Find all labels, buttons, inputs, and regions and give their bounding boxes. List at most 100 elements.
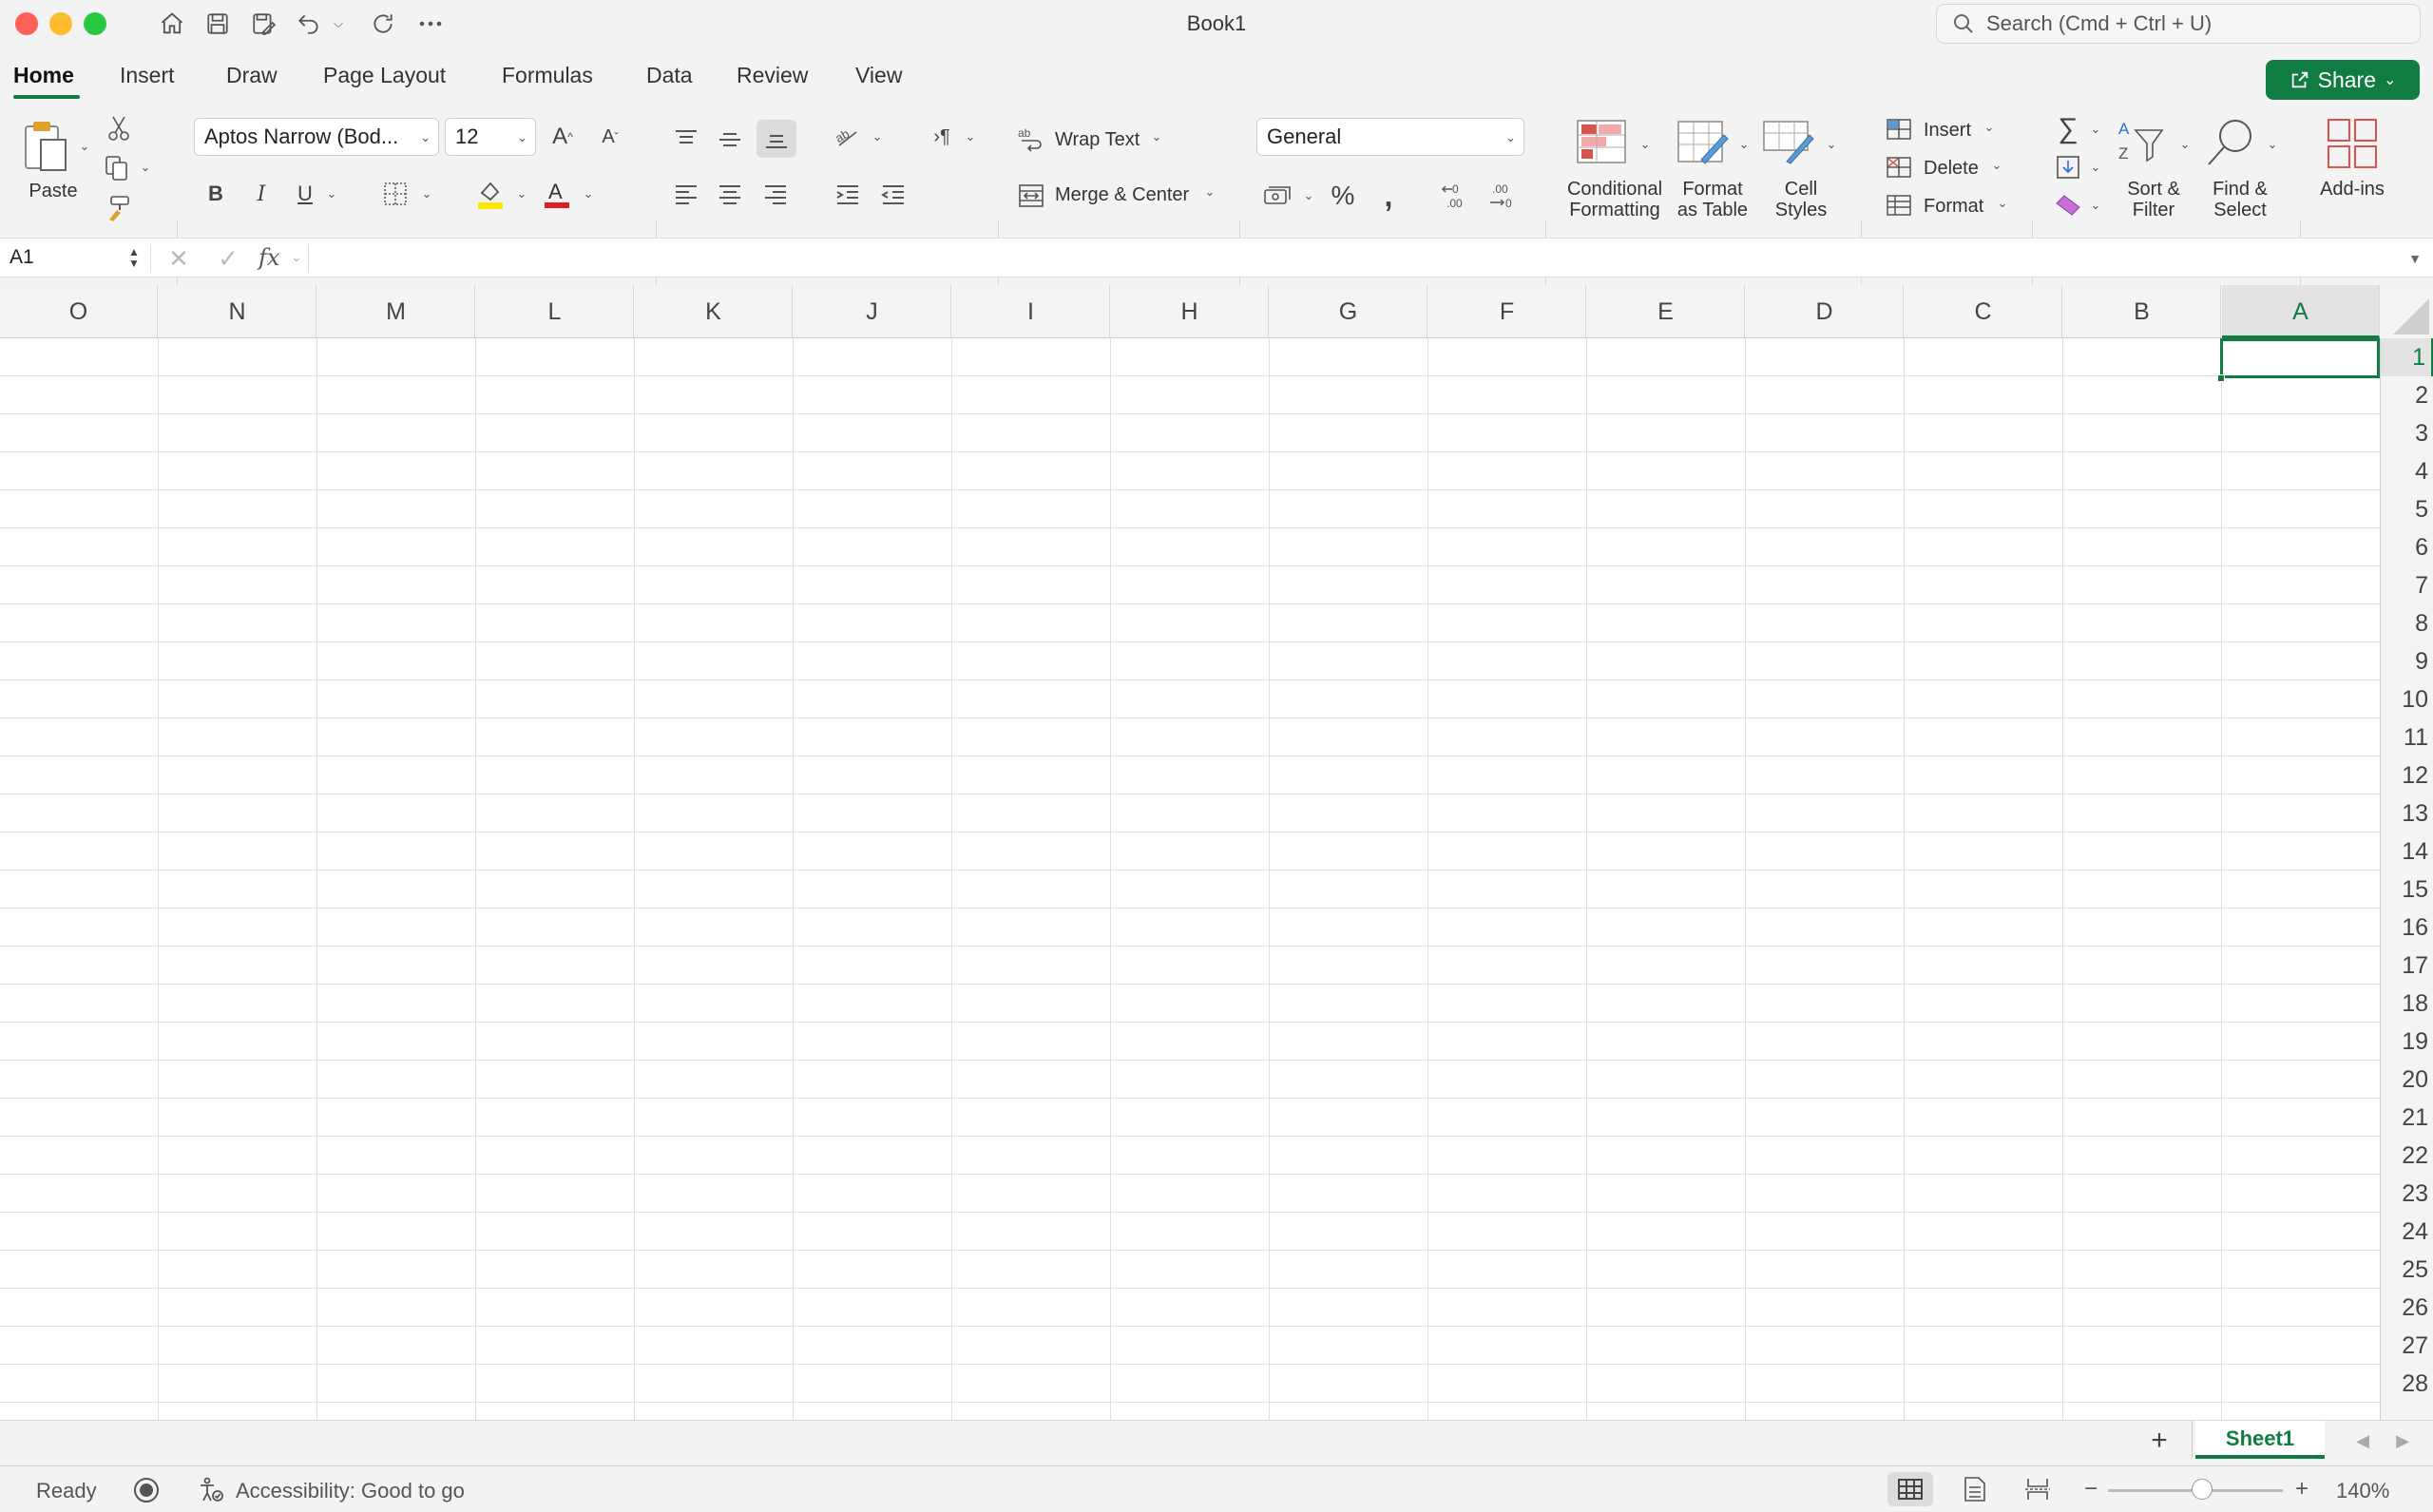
row-header-15[interactable]: 15 bbox=[2381, 871, 2433, 909]
fill-color-icon[interactable] bbox=[475, 177, 506, 211]
font-color-dropdown-icon[interactable]: ⌄ bbox=[580, 186, 597, 201]
orientation-icon[interactable]: ab bbox=[831, 120, 865, 154]
row-header-26[interactable]: 26 bbox=[2381, 1289, 2433, 1327]
column-header-c[interactable]: C bbox=[1905, 285, 2062, 338]
sheet-tab-sheet1[interactable]: Sheet1 bbox=[2195, 1421, 2325, 1459]
conditional-formatting-label[interactable]: Conditional Formatting bbox=[1562, 179, 1667, 220]
tab-home[interactable]: Home bbox=[13, 63, 74, 88]
italic-button[interactable]: I bbox=[247, 177, 276, 211]
name-box[interactable]: A1 bbox=[0, 239, 143, 277]
row-header-4[interactable]: 4 bbox=[2381, 452, 2433, 490]
row-header-24[interactable]: 24 bbox=[2381, 1213, 2433, 1251]
autosum-dropdown-icon[interactable]: ⌄ bbox=[2087, 122, 2104, 137]
increase-decimal-icon[interactable]: 0.00 bbox=[1439, 179, 1477, 213]
clear-dropdown-icon[interactable]: ⌄ bbox=[2087, 198, 2104, 213]
page-break-view-icon[interactable] bbox=[2019, 1472, 2057, 1506]
tab-data[interactable]: Data bbox=[646, 63, 693, 88]
delete-cells-label[interactable]: Delete bbox=[1924, 158, 1979, 179]
accounting-dropdown-icon[interactable]: ⌄ bbox=[1300, 188, 1317, 203]
orientation-dropdown-icon[interactable]: ⌄ bbox=[869, 129, 886, 144]
zoom-slider-thumb[interactable] bbox=[2192, 1479, 2213, 1500]
sort-filter-icon[interactable]: AZ bbox=[2116, 116, 2169, 169]
column-header-g[interactable]: G bbox=[1270, 285, 1427, 338]
bold-button[interactable]: B bbox=[201, 177, 230, 211]
delete-cells-dropdown-icon[interactable]: ⌄ bbox=[1988, 158, 2005, 173]
expand-formula-bar-icon[interactable]: ▼ bbox=[2404, 248, 2425, 269]
column-header-m[interactable]: M bbox=[317, 285, 475, 338]
column-header-l[interactable]: L bbox=[476, 285, 634, 338]
insert-cells-icon[interactable] bbox=[1884, 116, 1914, 143]
zoom-out-button[interactable]: − bbox=[2079, 1476, 2102, 1502]
formula-input[interactable] bbox=[317, 246, 2389, 271]
row-header-13[interactable]: 13 bbox=[2381, 794, 2433, 833]
accounting-format-icon[interactable] bbox=[1260, 181, 1294, 211]
accessibility-status[interactable]: Accessibility: Good to go bbox=[236, 1479, 465, 1503]
normal-view-icon[interactable] bbox=[1887, 1472, 1933, 1506]
active-cell[interactable] bbox=[2220, 338, 2380, 378]
row-header-18[interactable]: 18 bbox=[2381, 985, 2433, 1023]
fill-dropdown-icon[interactable]: ⌄ bbox=[2087, 160, 2104, 175]
zoom-in-button[interactable]: + bbox=[2290, 1476, 2313, 1502]
fill-icon[interactable] bbox=[2053, 152, 2083, 182]
font-name-select[interactable]: Aptos Narrow (Bod... ⌄ bbox=[194, 118, 439, 156]
cell-styles-label[interactable]: Cell Styles bbox=[1758, 179, 1844, 220]
zoom-level[interactable]: 140% bbox=[2336, 1479, 2389, 1503]
copy-dropdown-icon[interactable]: ⌄ bbox=[137, 160, 154, 175]
insert-cells-dropdown-icon[interactable]: ⌄ bbox=[1981, 120, 1998, 135]
row-header-3[interactable]: 3 bbox=[2381, 414, 2433, 452]
add-ins-label[interactable]: Add-ins bbox=[2313, 179, 2391, 200]
merge-center-icon[interactable] bbox=[1015, 181, 1047, 211]
clear-icon[interactable] bbox=[2053, 190, 2083, 220]
close-window-button[interactable] bbox=[15, 12, 38, 35]
decrease-decimal-icon[interactable]: .00 0 bbox=[1485, 179, 1523, 213]
row-header-22[interactable]: 22 bbox=[2381, 1137, 2433, 1175]
align-center-icon[interactable] bbox=[713, 179, 747, 211]
decrease-font-size-icon[interactable]: Aˇ bbox=[593, 120, 627, 154]
column-header-n[interactable]: N bbox=[159, 285, 316, 338]
select-all-corner[interactable] bbox=[2380, 285, 2433, 338]
cell-styles-dropdown-icon[interactable]: ⌄ bbox=[1823, 137, 1840, 152]
align-top-icon[interactable] bbox=[669, 124, 703, 156]
text-direction-dropdown-icon[interactable]: ⌄ bbox=[962, 129, 979, 144]
share-dropdown-icon[interactable]: ⌄ bbox=[2384, 70, 2396, 89]
paste-dropdown-icon[interactable]: ⌄ bbox=[74, 139, 95, 154]
insert-function-button[interactable]: fx bbox=[259, 244, 279, 271]
undo-icon[interactable] bbox=[291, 8, 327, 40]
row-header-23[interactable]: 23 bbox=[2381, 1175, 2433, 1213]
undo-dropdown-icon[interactable]: ⌵ bbox=[329, 8, 348, 40]
align-left-icon[interactable] bbox=[669, 179, 703, 211]
home-icon[interactable] bbox=[154, 8, 190, 40]
borders-icon[interactable] bbox=[380, 179, 411, 209]
align-bottom-icon[interactable] bbox=[757, 120, 796, 158]
save-as-icon[interactable] bbox=[245, 8, 281, 40]
add-ins-icon[interactable] bbox=[2325, 116, 2380, 171]
find-select-dropdown-icon[interactable]: ⌄ bbox=[2264, 137, 2281, 152]
row-header-2[interactable]: 2 bbox=[2381, 376, 2433, 414]
row-header-20[interactable]: 20 bbox=[2381, 1061, 2433, 1099]
merge-center-label[interactable]: Merge & Center bbox=[1055, 184, 1189, 205]
row-header-1[interactable]: 1 bbox=[2381, 338, 2433, 376]
row-header-11[interactable]: 11 bbox=[2381, 718, 2433, 756]
column-header-j[interactable]: J bbox=[794, 285, 951, 338]
row-header-27[interactable]: 27 bbox=[2381, 1327, 2433, 1365]
font-color-icon[interactable]: A bbox=[542, 177, 572, 211]
tab-insert[interactable]: Insert bbox=[120, 63, 175, 88]
wrap-text-dropdown-icon[interactable]: ⌄ bbox=[1148, 129, 1165, 144]
row-header-19[interactable]: 19 bbox=[2381, 1023, 2433, 1061]
find-select-icon[interactable] bbox=[2203, 116, 2258, 169]
column-header-a[interactable]: A bbox=[2222, 285, 2380, 338]
underline-button[interactable]: U bbox=[291, 177, 319, 211]
decrease-indent-icon[interactable] bbox=[876, 179, 910, 211]
row-header-5[interactable]: 5 bbox=[2381, 490, 2433, 528]
wrap-text-icon[interactable]: ab bbox=[1015, 124, 1047, 154]
scroll-sheets-right-icon[interactable]: ▶ bbox=[2391, 1428, 2414, 1453]
increase-font-size-icon[interactable]: A ^ bbox=[546, 120, 580, 154]
cell-area[interactable] bbox=[0, 338, 2380, 1420]
autosum-icon[interactable]: ∑ bbox=[2053, 113, 2083, 144]
save-icon[interactable] bbox=[200, 8, 236, 40]
tab-formulas[interactable]: Formulas bbox=[502, 63, 593, 88]
cut-icon[interactable] bbox=[103, 114, 135, 143]
row-header-21[interactable]: 21 bbox=[2381, 1099, 2433, 1137]
sort-filter-label[interactable]: Sort & Filter bbox=[2116, 179, 2192, 220]
tab-page-layout[interactable]: Page Layout bbox=[323, 63, 446, 88]
